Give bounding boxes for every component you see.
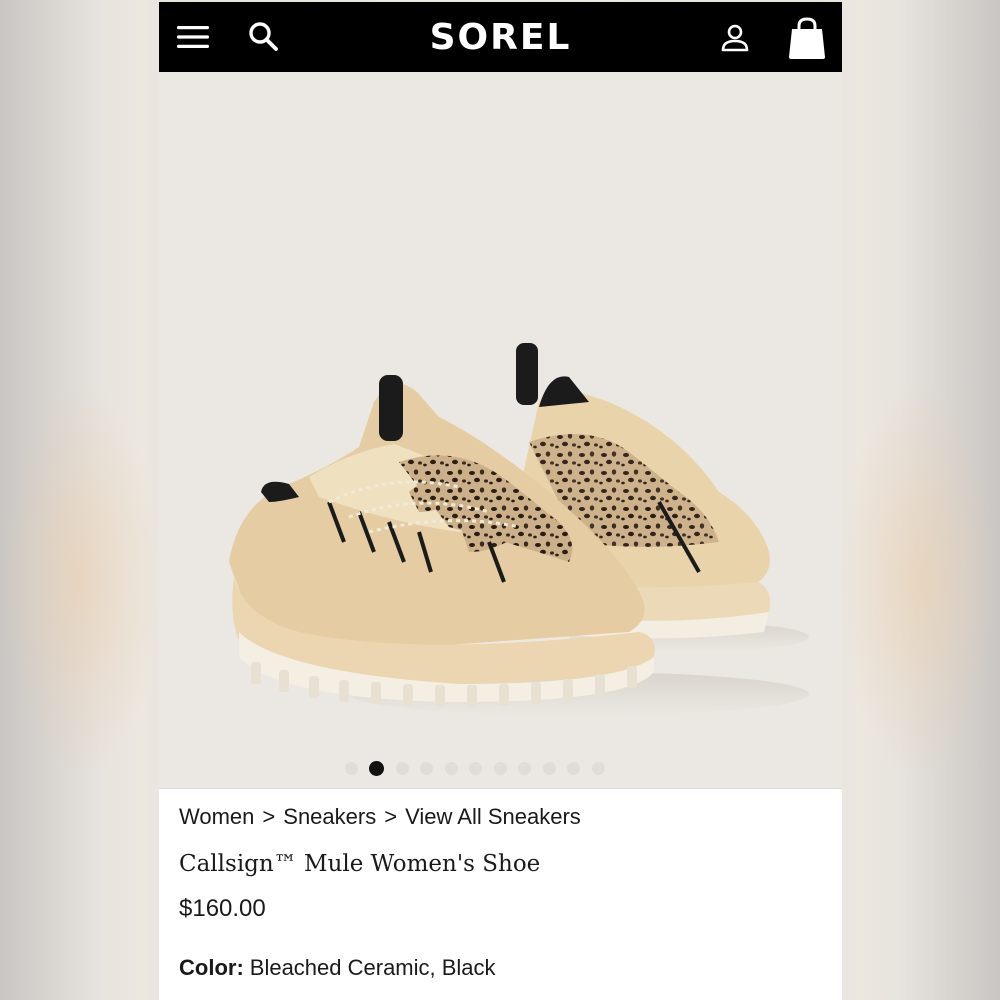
- background-glow-right: [840, 380, 1000, 780]
- slide-dot[interactable]: [344, 761, 358, 775]
- account-icon: [721, 24, 749, 52]
- bag-button[interactable]: [783, 14, 831, 62]
- slide-dot[interactable]: [469, 761, 482, 775]
- menu-button[interactable]: [173, 18, 213, 56]
- product-title: Callsign™ Mule Women's Shoe: [179, 851, 541, 877]
- product-price: $160.00: [179, 895, 266, 922]
- site-header: SOREL: [159, 2, 842, 72]
- search-icon: [249, 22, 278, 51]
- slide-dot-active[interactable]: [369, 760, 384, 776]
- product-image-shoes: [229, 343, 809, 716]
- search-button[interactable]: [243, 16, 283, 56]
- mobile-page: SOREL Women > Sneakers > View All Sneake…: [159, 2, 842, 1000]
- brand-logo[interactable]: SOREL: [400, 16, 601, 60]
- product-image-gallery[interactable]: [159, 72, 842, 788]
- breadcrumb: Women > Sneakers > View All Sneakers: [179, 802, 581, 832]
- slide-dot[interactable]: [493, 761, 507, 775]
- slide-dot[interactable]: [444, 761, 458, 775]
- shopping-bag-icon: [789, 17, 825, 59]
- slide-dot[interactable]: [395, 761, 409, 775]
- slide-dot[interactable]: [420, 761, 433, 775]
- slide-indicator: [159, 760, 816, 776]
- account-button[interactable]: [715, 18, 755, 58]
- breadcrumb-link-women[interactable]: Women: [179, 804, 254, 830]
- color-selection: Color: Bleached Ceramic, Black: [179, 952, 496, 984]
- slide-dot[interactable]: [591, 761, 605, 775]
- slide-dot[interactable]: [518, 761, 531, 775]
- divider: [159, 788, 842, 789]
- color-value: Bleached Ceramic, Black: [249, 955, 496, 980]
- color-label: Color:: [179, 955, 244, 980]
- breadcrumb-separator: >: [262, 804, 276, 829]
- slide-dot[interactable]: [542, 761, 556, 775]
- menu-icon: [177, 26, 209, 48]
- slide-dot[interactable]: [567, 761, 580, 775]
- background-glow-left: [0, 380, 160, 780]
- breadcrumb-link-sneakers[interactable]: Sneakers: [283, 804, 376, 830]
- breadcrumb-link-view-all-sneakers[interactable]: View All Sneakers: [405, 804, 581, 830]
- breadcrumb-separator: >: [384, 804, 398, 829]
